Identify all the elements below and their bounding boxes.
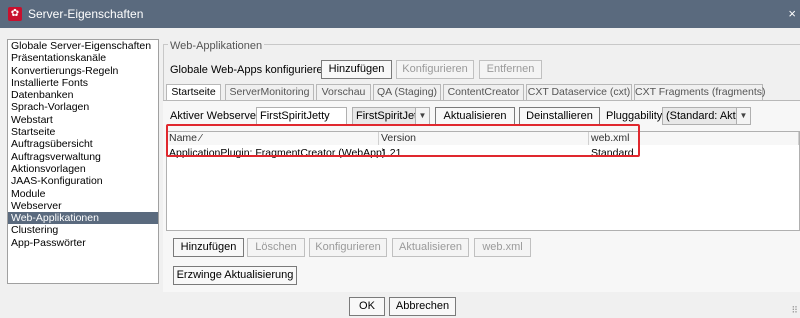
sidebar-item-startseite[interactable]: Startseite [8,126,158,138]
table-cell-version: 1.21 [381,147,402,159]
tab-cxt-dataservice[interactable]: CXT Dataservice (cxt) [526,84,632,100]
column-header-version[interactable]: Version [379,132,589,145]
sidebar-item-module[interactable]: Module [8,188,158,200]
sidebar-item-web-applikationen[interactable]: Web-Applikationen [8,212,158,225]
global-add-button[interactable]: Hinzufügen [321,60,392,79]
sidebar-item-globale-server-eigenschaften[interactable]: Globale Server-Eigenschaften [8,40,158,52]
sidebar-item-auftragsverwaltung[interactable]: Auftragsverwaltung [8,151,158,163]
add-webapp-button[interactable]: Hinzufügen [173,238,244,257]
close-icon[interactable]: × [788,6,796,21]
sidebar-item-sprach-vorlagen[interactable]: Sprach-Vorlagen [8,101,158,113]
window-title: Server-Eigenschaften [28,7,144,21]
settings-sidebar: Globale Server-Eigenschaften Präsentatio… [7,39,159,284]
sidebar-item-praesentationskanaele[interactable]: Präsentationskanäle [8,52,158,64]
webapp-table: Name ⁄ Version web.xml ApplicationPlugin… [166,131,800,231]
pluggability-select[interactable]: (Standard: Aktiv) ▼ [662,107,751,125]
update-webapp-button[interactable]: Aktualisieren [392,238,469,257]
sidebar-item-aktionsvorlagen[interactable]: Aktionsvorlagen [8,163,158,175]
sidebar-item-app-passwoerter[interactable]: App-Passwörter [8,237,158,249]
webxml-button[interactable]: web.xml [474,238,531,257]
force-update-button[interactable]: Erzwinge Aktualisierung [173,266,297,285]
tab-vorschau[interactable]: Vorschau [316,84,371,100]
webapps-group-title: Web-Applikationen [168,40,265,52]
global-remove-button[interactable]: Entfernen [479,60,542,79]
global-configure-button[interactable]: Konfigurieren [396,60,474,79]
sidebar-item-clustering[interactable]: Clustering [8,224,158,236]
sidebar-item-datenbanken[interactable]: Datenbanken [8,89,158,101]
cancel-button[interactable]: Abbrechen [389,297,456,316]
sidebar-item-installierte-fonts[interactable]: Installierte Fonts [8,77,158,89]
tab-contentcreator[interactable]: ContentCreator [443,84,524,100]
uninstall-button[interactable]: Deinstallieren [519,107,600,126]
sidebar-item-webstart[interactable]: Webstart [8,114,158,126]
active-webserver-field[interactable]: FirstSpiritJetty [256,107,347,125]
window-titlebar: ✿ Server-Eigenschaften × [0,0,800,28]
column-header-webxml[interactable]: web.xml [589,132,799,145]
delete-webapp-button[interactable]: Löschen [247,238,305,257]
configure-webapp-button[interactable]: Konfigurieren [309,238,387,257]
sidebar-item-webserver[interactable]: Webserver [8,200,158,212]
active-webserver-label: Aktiver Webserver: [170,110,263,122]
tab-qa-staging[interactable]: QA (Staging) [373,84,441,100]
chevron-down-icon[interactable]: ▼ [736,108,750,124]
table-cell-webxml: Standard [591,147,634,159]
sidebar-item-konvertierungs-regeln[interactable]: Konvertierungs-Regeln [8,65,158,77]
sidebar-item-auftragsuebersicht[interactable]: Auftragsübersicht [8,138,158,150]
tab-servermonitoring[interactable]: ServerMonitoring [225,84,314,100]
chevron-down-icon[interactable]: ▼ [415,108,429,124]
column-header-name[interactable]: Name ⁄ [167,132,379,145]
webserver-select[interactable]: FirstSpiritJetty ▼ [352,107,430,125]
global-webapps-label: Globale Web-Apps konfigurieren: [170,64,332,76]
update-button[interactable]: Aktualisieren [435,107,515,126]
tab-cxt-fragments[interactable]: CXT Fragments (fragments) [634,84,766,100]
tab-startseite[interactable]: Startseite [166,84,221,101]
app-icon: ✿ [8,7,22,21]
resize-grip-icon[interactable]: ⠿ [791,305,798,316]
table-cell-name: ApplicationPlugin: FragmentCreator (WebA… [169,147,386,159]
pluggability-label: Pluggability: [606,110,666,122]
ok-button[interactable]: OK [349,297,385,316]
sidebar-item-jaas-konfiguration[interactable]: JAAS-Konfiguration [8,175,158,187]
